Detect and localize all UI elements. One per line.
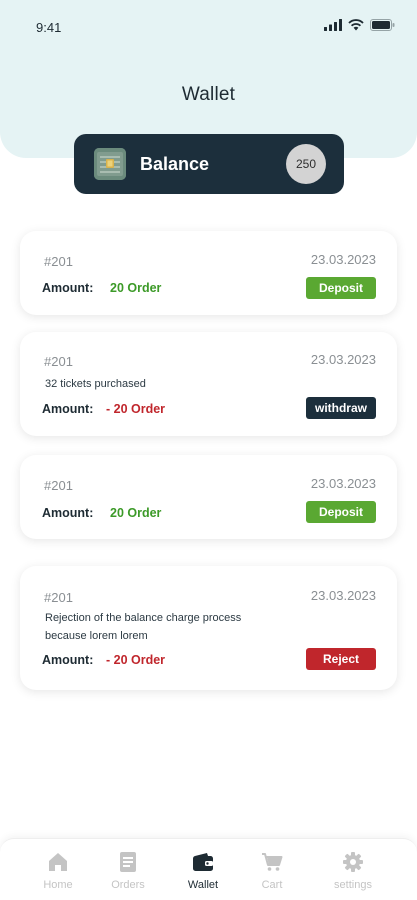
- tab-settings[interactable]: settings: [318, 851, 388, 891]
- transaction-date: 23.03.2023: [310, 476, 376, 491]
- tab-label-wallet: Wallet: [187, 879, 219, 891]
- balance-card[interactable]: Balance 250: [74, 134, 344, 194]
- tab-label-orders: Orders: [111, 879, 145, 891]
- transaction-date: 23.03.2023: [310, 352, 376, 367]
- transaction-card[interactable]: #201 23.03.2023 Rejection of the balance…: [20, 566, 397, 690]
- transaction-card[interactable]: #201 23.03.2023 Amount: 20 Order Deposit: [20, 231, 397, 315]
- cart-icon: [262, 853, 283, 871]
- gear-icon: [343, 852, 363, 872]
- amount-value: 20 Order: [110, 506, 162, 520]
- home-icon: [49, 853, 67, 871]
- amount-value: - 20 Order: [106, 653, 166, 667]
- status-badge-withdraw: withdraw: [306, 397, 376, 419]
- transaction-description: 32 tickets purchased: [45, 378, 146, 390]
- amount-label: Amount:: [42, 402, 94, 416]
- status-badge-reject: Reject: [306, 648, 376, 670]
- amount-label: Amount:: [42, 506, 94, 520]
- status-bar: 9:41: [0, 0, 417, 52]
- amount-value: 20 Order: [110, 281, 162, 295]
- amount-value: - 20 Order: [106, 402, 166, 416]
- transaction-description: Rejection of the balance charge process …: [45, 612, 242, 642]
- wallet-screen: 9:41 Wallet Balance 250 #201 23.03.2023 …: [0, 0, 417, 900]
- wallet-icon: [193, 853, 213, 871]
- tab-orders[interactable]: Orders: [93, 851, 163, 891]
- page-title: Wallet: [181, 84, 236, 105]
- status-badge-deposit: Deposit: [306, 501, 376, 523]
- transaction-date: 23.03.2023: [310, 588, 376, 603]
- tab-cart[interactable]: Cart: [237, 851, 307, 891]
- transaction-id: #201: [44, 354, 73, 369]
- orders-icon: [120, 852, 136, 872]
- tab-label-settings: settings: [334, 879, 372, 891]
- status-icons: [324, 19, 395, 31]
- wifi-icon: [348, 19, 364, 31]
- status-time: 9:41: [36, 20, 62, 35]
- transaction-card[interactable]: #201 23.03.2023 Amount: 20 Order Deposit: [20, 455, 397, 539]
- balance-label: Balance: [140, 153, 210, 174]
- bottom-tab-bar: Home Orders Wallet Cart settings: [0, 838, 417, 900]
- tab-wallet[interactable]: Wallet: [168, 851, 238, 891]
- tab-home[interactable]: Home: [23, 851, 93, 891]
- balance-amount: 250: [286, 144, 326, 184]
- transaction-id: #201: [44, 254, 73, 269]
- status-badge-deposit: Deposit: [306, 277, 376, 299]
- transaction-card[interactable]: #201 23.03.2023 32 tickets purchased Amo…: [20, 332, 397, 436]
- amount-label: Amount:: [42, 281, 94, 295]
- battery-icon: [370, 19, 395, 31]
- transaction-id: #201: [44, 478, 73, 493]
- tab-label-home: Home: [43, 879, 73, 891]
- tab-label-cart: Cart: [261, 879, 283, 891]
- signal-icon: [324, 19, 342, 31]
- wallet-image-icon: [94, 148, 126, 180]
- transaction-date: 23.03.2023: [310, 252, 376, 267]
- transaction-id: #201: [44, 590, 73, 605]
- amount-label: Amount:: [42, 653, 94, 667]
